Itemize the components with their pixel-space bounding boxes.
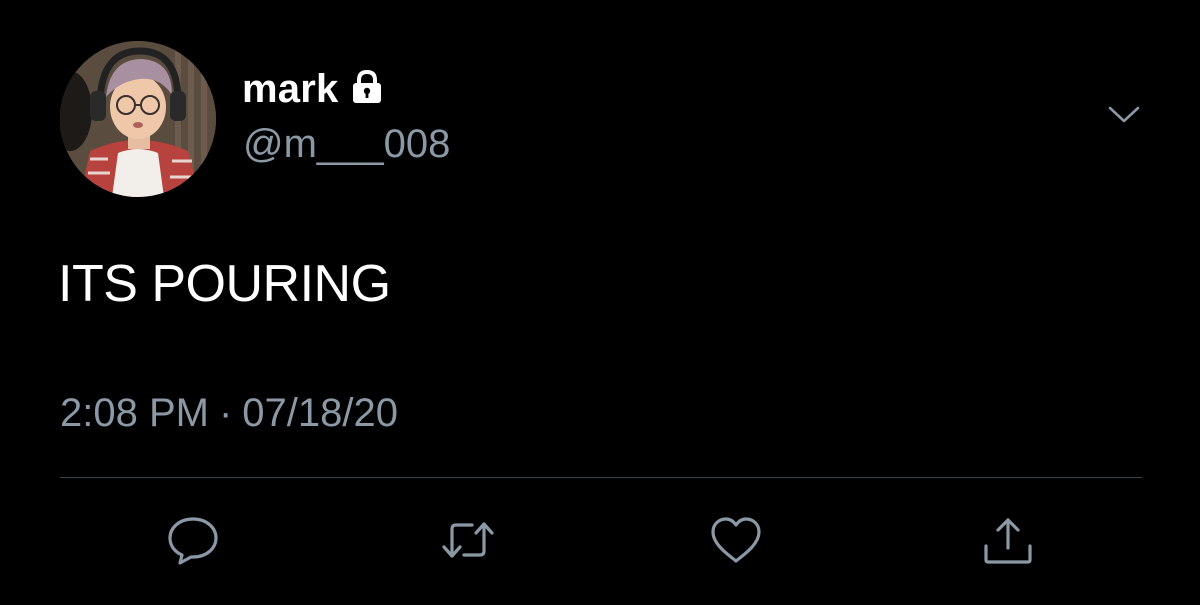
divider (60, 477, 1142, 478)
tweet-timestamp[interactable]: 2:08 PM · 07/18/20 (60, 388, 398, 438)
avatar[interactable] (60, 41, 216, 197)
heart-icon (708, 515, 764, 565)
tweet-date: 07/18/20 (242, 391, 398, 435)
retweet-button[interactable] (438, 510, 498, 570)
tweet-text: ITS POURING (58, 255, 391, 313)
display-name[interactable]: mark (242, 66, 338, 112)
share-button[interactable] (978, 510, 1038, 570)
like-button[interactable] (706, 510, 766, 570)
meta-separator: · (218, 391, 233, 435)
speech-bubble-icon (165, 513, 221, 567)
lock-icon (352, 69, 382, 104)
reply-button[interactable] (163, 510, 223, 570)
share-upload-icon (980, 512, 1036, 568)
retweet-arrows-icon (438, 515, 498, 565)
tweet-time: 2:08 PM (60, 391, 209, 435)
tweet-card: mark @m___008 ITS POURING 2:08 PM · 07/18/… (0, 0, 1200, 605)
avatar-photo (60, 41, 216, 197)
user-handle[interactable]: @m___008 (243, 120, 450, 168)
chevron-down-icon[interactable] (1106, 102, 1142, 126)
display-name-row: mark (242, 66, 382, 112)
